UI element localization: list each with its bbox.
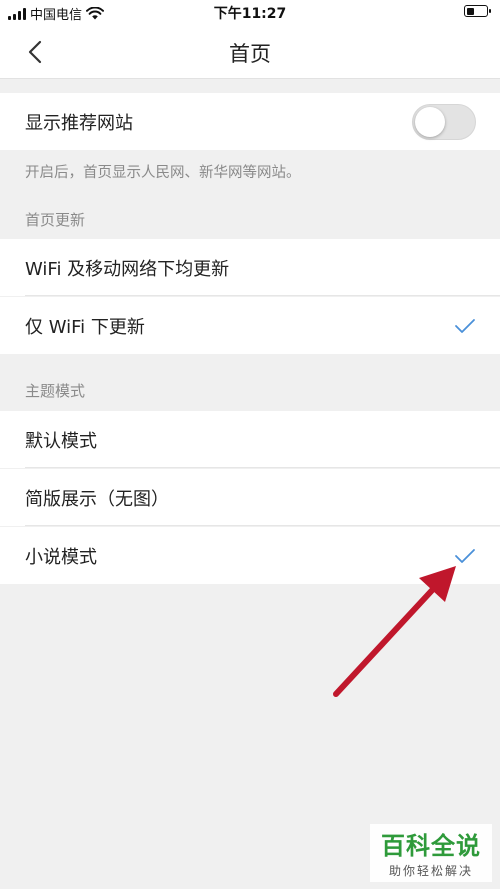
watermark-title: 百科全说 [381,832,481,860]
recommend-row[interactable]: 显示推荐网站 [0,93,500,150]
option-wifi-mobile[interactable]: WiFi 及移动网络下均更新 [0,239,500,296]
option-label: 简版展示（无图） [25,488,169,510]
divider [25,525,500,526]
option-label: 默认模式 [25,430,97,452]
status-right [464,5,491,17]
watermark-subtitle: 助你轻松解决 [388,864,473,878]
page-title: 首页 [229,42,271,66]
divider [25,295,500,296]
recommend-hint: 开启后，首页显示人民网、新华网等网站。 [25,165,301,181]
watermark-logo: 百科全说 助你轻松解决 [370,824,492,882]
option-novel-mode[interactable]: 小说模式 [0,527,500,584]
update-section-header: 首页更新 [25,211,86,229]
recommend-toggle[interactable] [412,103,476,140]
battery-icon [464,5,491,17]
recommend-label: 显示推荐网站 [25,112,133,134]
option-default-mode[interactable]: 默认模式 [0,411,500,468]
status-bar: 中国电信 下午11:27 [0,0,500,26]
check-icon [455,318,475,333]
theme-section-header: 主题模式 [25,382,86,400]
status-time: 下午11:27 [213,6,287,22]
nav-bar: 首页 [0,26,500,79]
toggle-knob [415,106,445,137]
option-label: 小说模式 [25,546,97,568]
divider [25,467,500,468]
option-wifi-only[interactable]: 仅 WiFi 下更新 [0,297,500,354]
check-icon [455,548,475,563]
option-lite-mode[interactable]: 简版展示（无图） [0,469,500,526]
option-label: 仅 WiFi 下更新 [25,316,145,338]
option-label: WiFi 及移动网络下均更新 [25,258,230,280]
